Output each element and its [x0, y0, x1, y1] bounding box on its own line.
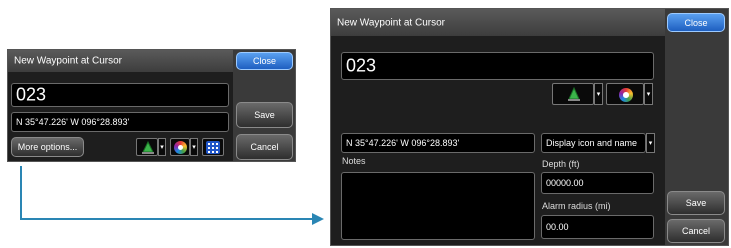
large-color-dropdown-arrow[interactable]: ▾ [644, 83, 653, 105]
large-close-button[interactable]: Close [667, 13, 725, 32]
large-symbol-dropdown-arrow[interactable]: ▾ [594, 83, 603, 105]
large-dialog-title: New Waypoint at Cursor [337, 17, 445, 28]
large-waypoint-dialog: New Waypoint at Cursor Close 023 ▾ ▾ N 3… [330, 8, 729, 246]
depth-input[interactable]: 00000.00 [541, 172, 654, 194]
large-color-selector[interactable] [606, 83, 644, 105]
large-save-button[interactable]: Save [667, 191, 725, 215]
display-option-dropdown[interactable]: Display icon and name [541, 133, 646, 153]
large-cancel-button[interactable]: Cancel [667, 219, 725, 243]
waypoint-symbol-icon [568, 87, 580, 101]
large-waypoint-name-input[interactable]: 023 [341, 52, 654, 80]
notes-textarea[interactable] [341, 172, 535, 240]
alarm-radius-label: Alarm radius (mi) [542, 201, 611, 211]
display-option-dropdown-arrow[interactable]: ▾ [646, 133, 655, 153]
large-symbol-selector[interactable] [552, 83, 594, 105]
depth-label: Depth (ft) [542, 159, 580, 169]
alarm-radius-input[interactable]: 00.00 [541, 215, 654, 239]
color-wheel-icon [619, 88, 633, 102]
large-coordinates-field[interactable]: N 35°47.226' W 096°28.893' [341, 133, 535, 153]
notes-label: Notes [342, 156, 366, 166]
